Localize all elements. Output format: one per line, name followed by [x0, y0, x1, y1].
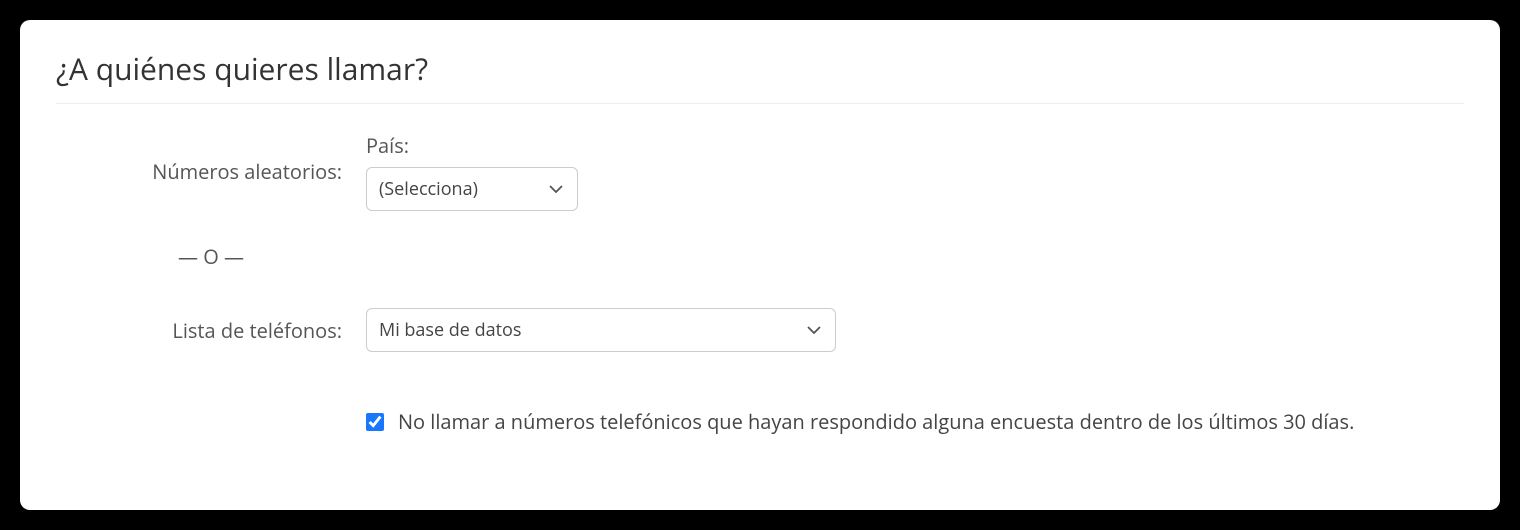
dont-call-checkbox[interactable]: [366, 413, 384, 431]
panel-title: ¿A quiénes quieres llamar?: [56, 48, 1464, 104]
random-numbers-row: Números aleatorios: País: (Selecciona): [56, 132, 1464, 211]
or-separator: — O —: [56, 243, 366, 270]
country-label: País:: [366, 132, 1464, 159]
who-to-call-panel: ¿A quiénes quieres llamar? Números aleat…: [20, 20, 1500, 510]
dont-call-label[interactable]: No llamar a números telefónicos que haya…: [398, 408, 1354, 435]
or-separator-row: — O —: [56, 243, 1464, 270]
country-select[interactable]: (Selecciona): [366, 167, 578, 211]
random-numbers-field: País: (Selecciona): [366, 132, 1464, 211]
random-numbers-label: Números aleatorios:: [56, 158, 366, 185]
phone-list-row: Lista de teléfonos: Mi base de datos: [56, 308, 1464, 352]
phone-list-select[interactable]: Mi base de datos: [366, 308, 836, 352]
phone-list-field: Mi base de datos: [366, 308, 1464, 352]
phone-list-label: Lista de teléfonos:: [56, 317, 366, 344]
dont-call-row: No llamar a números telefónicos que haya…: [56, 408, 1464, 435]
